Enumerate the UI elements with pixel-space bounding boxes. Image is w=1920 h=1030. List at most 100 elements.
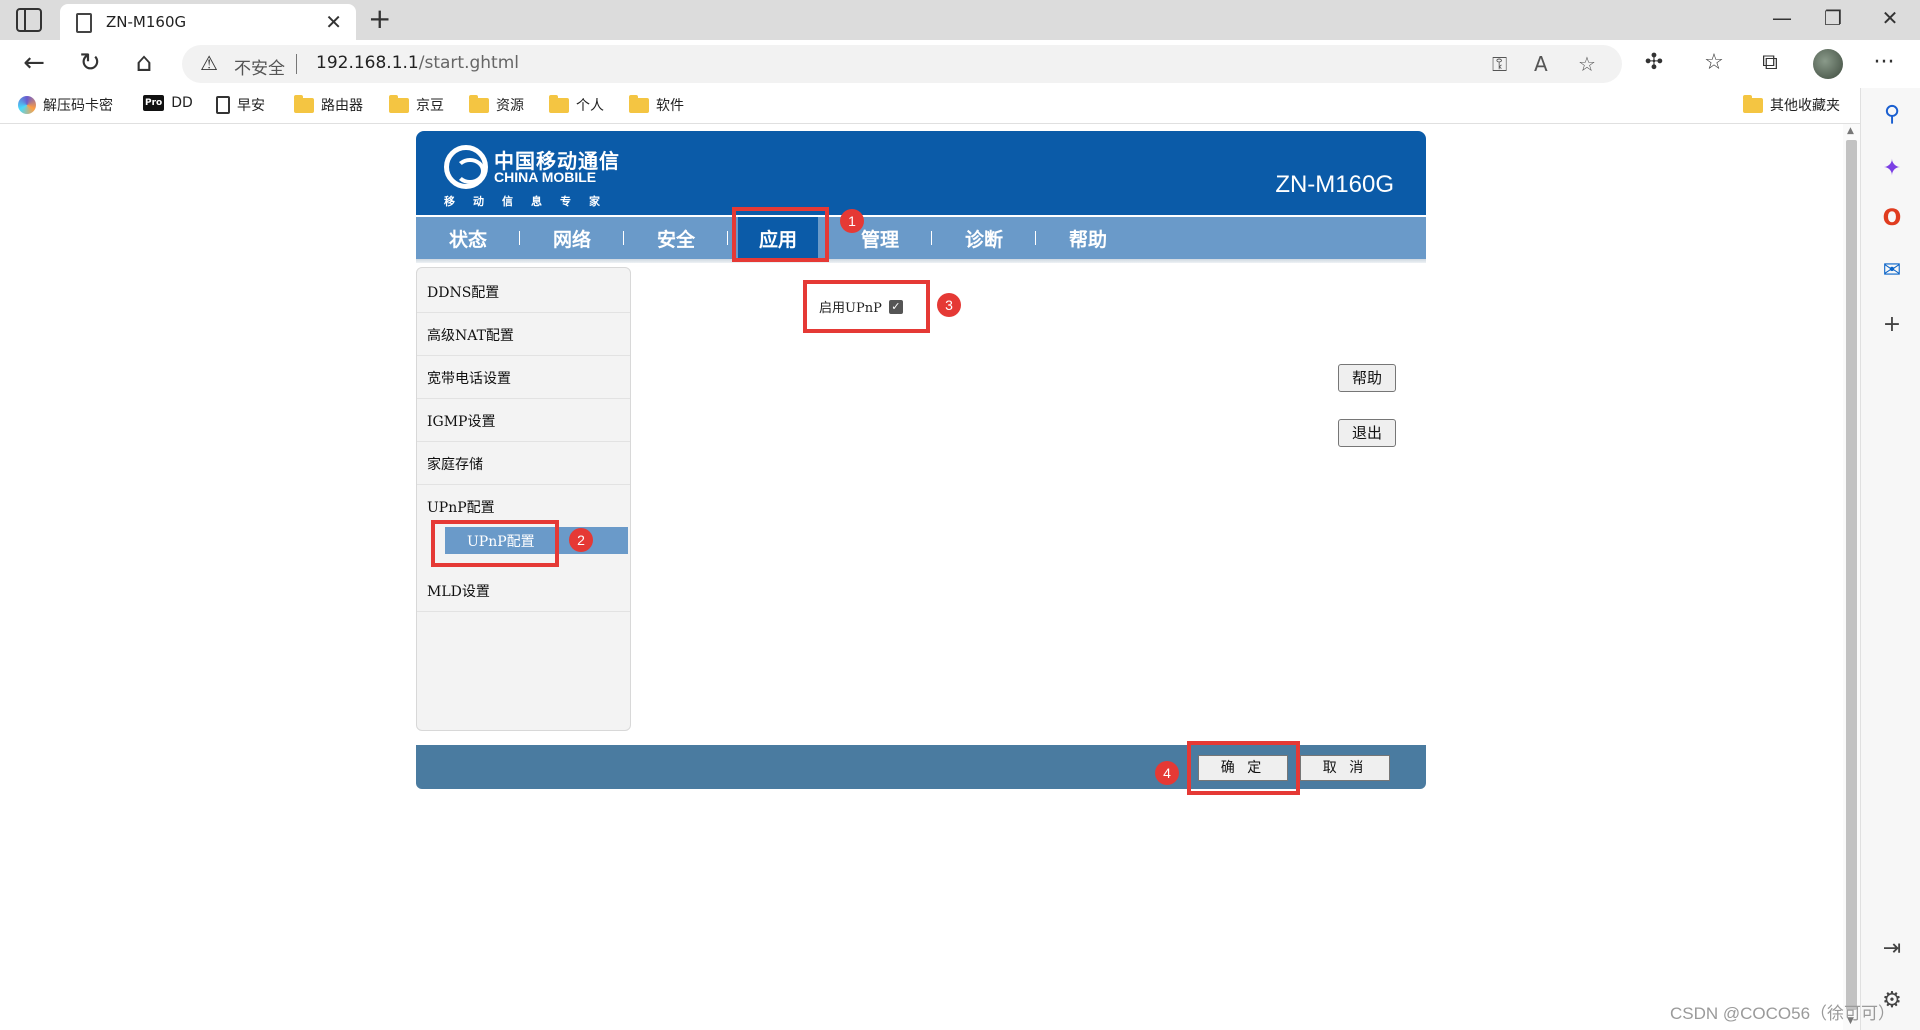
csdn-watermark: CSDN @COCO56（徐可可） [1670, 1004, 1896, 1023]
collections-icon[interactable]: ⧉ [1754, 50, 1786, 75]
other-favorites-folder[interactable]: 其他收藏夹 [1743, 94, 1840, 115]
restore-icon[interactable]: ❐ [1813, 6, 1853, 30]
nav-divider [727, 231, 728, 245]
menu-divider [417, 484, 630, 485]
annotation-box-1 [732, 207, 829, 262]
folder-icon [629, 94, 649, 113]
annotation-badge-1: 1 [840, 209, 864, 233]
browser-toolbar: ← ↻ ⌂ ⚠ 不安全 192.168.1.1/start.ghtml ⚿ A … [0, 40, 1920, 88]
vertical-tabs-icon[interactable] [16, 8, 42, 32]
folder-icon [294, 94, 314, 113]
profile-avatar[interactable] [1813, 49, 1843, 79]
device-model: ZN-M160G [1275, 171, 1394, 198]
annotation-badge-3: 3 [937, 293, 961, 317]
back-arrow-icon[interactable]: ← [16, 48, 52, 78]
close-tab-icon[interactable]: ✕ [325, 10, 342, 34]
nav-divider [519, 231, 520, 245]
router-header: 中国移动通信 CHINA MOBILE 移动信息专家 ZN-M160G [416, 131, 1426, 215]
menu-voip[interactable]: 宽带电话设置 [427, 368, 511, 388]
pro-icon: Pro [143, 95, 165, 111]
browser-tab-bar: ZN-M160G ✕ + — ❐ ✕ [0, 0, 1920, 40]
menu-divider [417, 611, 630, 612]
window-close-icon[interactable]: ✕ [1870, 6, 1910, 30]
extension-icon [18, 96, 36, 114]
bookmark-label: 京豆 [416, 98, 444, 114]
menu-ddns[interactable]: DDNS配置 [427, 282, 499, 302]
hide-sidebar-icon[interactable]: ⇥ [1879, 936, 1905, 961]
copilot-icon[interactable]: ✦ [1879, 156, 1905, 181]
add-favorite-icon[interactable]: ☆ [1578, 52, 1596, 76]
nav-divider [623, 231, 624, 245]
search-icon[interactable]: ⚲ [1879, 102, 1905, 127]
minimize-icon[interactable]: — [1762, 6, 1802, 30]
office-icon[interactable]: O [1879, 206, 1905, 231]
bookmark-label: 个人 [576, 98, 604, 114]
nav-security[interactable]: 安全 [636, 225, 716, 252]
menu-advanced-nat[interactable]: 高级NAT配置 [427, 325, 514, 345]
cancel-button[interactable]: 取 消 [1300, 755, 1390, 781]
bookmark-zaoan[interactable]: 早安 [216, 95, 265, 115]
nav-network[interactable]: 网络 [532, 225, 612, 252]
bookmark-jingdou-folder[interactable]: 京豆 [389, 94, 444, 115]
folder-icon [549, 94, 569, 113]
page-scrollbar[interactable]: ▲ ▼ [1843, 124, 1860, 1030]
refresh-icon[interactable]: ↻ [72, 48, 108, 78]
annotation-box-3 [803, 280, 930, 333]
bookmark-jieyama[interactable]: 解压码卡密 [18, 95, 113, 115]
bookmark-label: 路由器 [321, 98, 363, 114]
menu-igmp[interactable]: IGMP设置 [427, 411, 495, 431]
menu-divider [417, 312, 630, 313]
new-tab-button[interactable]: + [368, 2, 391, 35]
bookmark-resources-folder[interactable]: 资源 [469, 94, 524, 115]
home-icon[interactable]: ⌂ [126, 48, 162, 78]
logout-button[interactable]: 退出 [1338, 419, 1396, 447]
menu-divider [417, 398, 630, 399]
bookmark-personal-folder[interactable]: 个人 [549, 94, 604, 115]
menu-upnp[interactable]: UPnP配置 [427, 497, 495, 517]
security-label[interactable]: 不安全 [234, 54, 285, 79]
menu-divider [417, 355, 630, 356]
browser-tab[interactable]: ZN-M160G ✕ [60, 4, 356, 40]
menu-mld[interactable]: MLD设置 [427, 581, 490, 601]
folder-icon [389, 94, 409, 113]
nav-help[interactable]: 帮助 [1048, 225, 1128, 252]
warning-icon[interactable]: ⚠ [200, 51, 218, 75]
nav-divider [1035, 231, 1036, 245]
nav-diagnostics[interactable]: 诊断 [944, 225, 1024, 252]
nav-divider [931, 231, 932, 245]
nav-status[interactable]: 状态 [428, 225, 508, 252]
annotation-box-2 [431, 520, 559, 567]
outlook-icon[interactable]: ✉ [1879, 258, 1905, 283]
bookmark-label: 解压码卡密 [43, 98, 113, 114]
address-bar[interactable]: ⚠ 不安全 192.168.1.1/start.ghtml ⚿ A ☆ [182, 45, 1622, 83]
scroll-up-icon[interactable]: ▲ [1847, 126, 1854, 136]
read-aloud-icon[interactable]: A [1534, 52, 1548, 76]
favorites-icon[interactable]: ☆ [1698, 50, 1730, 75]
bookmark-label: DD [171, 95, 193, 111]
folder-icon [469, 94, 489, 113]
brand-english: CHINA MOBILE [494, 169, 597, 185]
application-sidebar-menu: DDNS配置 高级NAT配置 宽带电话设置 IGMP设置 家庭存储 UPnP配置… [416, 267, 631, 731]
bookmark-label: 其他收藏夹 [1770, 98, 1840, 114]
router-main-nav: 状态 网络 安全 应用 管理 诊断 帮助 [416, 217, 1426, 263]
add-sidebar-icon[interactable]: + [1879, 312, 1905, 337]
scrollbar-thumb[interactable] [1846, 140, 1857, 1010]
annotation-badge-2: 2 [569, 528, 593, 552]
bookmark-dd[interactable]: Pro DD [143, 95, 193, 111]
annotation-badge-4: 4 [1155, 761, 1179, 785]
tab-title: ZN-M160G [106, 13, 187, 31]
more-menu-icon[interactable]: ··· [1868, 50, 1900, 75]
key-icon[interactable]: ⚿ [1492, 52, 1507, 76]
bookmark-router-folder[interactable]: 路由器 [294, 94, 363, 115]
page-icon [76, 13, 92, 33]
bookmark-software-folder[interactable]: 软件 [629, 94, 684, 115]
bookmark-label: 早安 [237, 98, 265, 114]
address-divider [296, 54, 297, 74]
china-mobile-logo-icon [444, 145, 488, 189]
menu-home-storage[interactable]: 家庭存储 [427, 454, 483, 474]
menu-divider [417, 441, 630, 442]
url-text[interactable]: 192.168.1.1/start.ghtml [316, 53, 519, 73]
help-button[interactable]: 帮助 [1338, 364, 1396, 392]
bookmarks-bar: 解压码卡密 Pro DD 早安 路由器 京豆 资源 个人 软件 其他收藏夹 [0, 88, 1920, 124]
extensions-icon[interactable]: ✣ [1638, 50, 1670, 75]
